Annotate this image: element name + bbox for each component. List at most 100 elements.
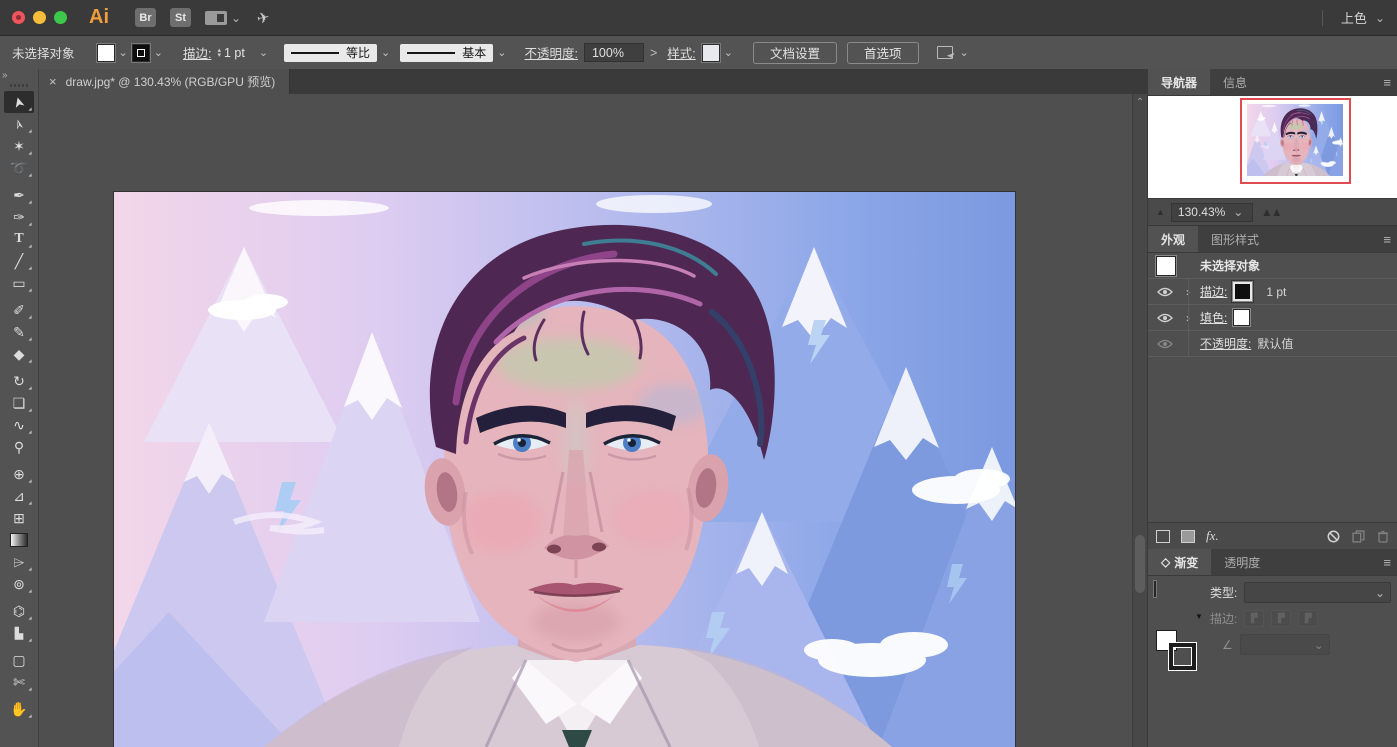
gradient-type-dropdown[interactable]: ⌄ bbox=[1244, 582, 1391, 603]
chevron-down-icon[interactable]: ⌄ bbox=[231, 12, 241, 24]
close-tab-icon[interactable]: × bbox=[49, 74, 57, 89]
panel-menu-icon[interactable]: ≡ bbox=[1383, 226, 1391, 252]
panel-menu-icon[interactable]: ≡ bbox=[1383, 69, 1391, 95]
gradient-preview-swatch[interactable] bbox=[1154, 581, 1156, 597]
duplicate-item-icon[interactable] bbox=[1352, 530, 1365, 543]
tab-appearance[interactable]: 外观 bbox=[1148, 226, 1198, 252]
stock-button[interactable]: St bbox=[170, 8, 191, 27]
tool-width[interactable]: ∿ bbox=[4, 414, 34, 436]
chevron-down-icon[interactable]: ⌄ bbox=[154, 46, 163, 59]
chevron-down-icon[interactable]: ⌄ bbox=[1375, 12, 1385, 24]
tab-transparency[interactable]: 透明度 bbox=[1211, 549, 1273, 575]
chevron-down-icon[interactable]: ⌄ bbox=[381, 46, 390, 59]
tool-magic-wand[interactable]: ✶ bbox=[4, 135, 34, 157]
canvas[interactable]: ⌃ bbox=[39, 94, 1147, 747]
tool-gradient[interactable] bbox=[4, 529, 34, 551]
gradient-angle-dropdown[interactable]: ⌄ bbox=[1240, 634, 1330, 655]
clear-appearance-icon[interactable] bbox=[1327, 530, 1340, 543]
navigator-view-box[interactable] bbox=[1240, 98, 1351, 184]
opacity-link[interactable]: 不透明度: bbox=[1200, 335, 1251, 352]
style-swatch[interactable] bbox=[702, 44, 720, 62]
stroke-proxy[interactable] bbox=[1169, 643, 1196, 670]
visibility-eye-icon[interactable] bbox=[1154, 287, 1176, 297]
tool-line-segment[interactable]: ╱ bbox=[4, 250, 34, 272]
visibility-eye-icon[interactable] bbox=[1154, 313, 1176, 323]
width-profile-dropdown[interactable]: 等比 bbox=[284, 44, 377, 62]
document-setup-button[interactable]: 文档设置 bbox=[753, 42, 837, 64]
tool-scale[interactable]: ❏ bbox=[4, 392, 34, 414]
tool-lasso[interactable]: ➰ bbox=[4, 157, 34, 179]
chevron-down-icon[interactable]: ⌄ bbox=[259, 46, 268, 59]
minimize-window-button[interactable] bbox=[33, 11, 46, 24]
bridge-button[interactable]: Br bbox=[135, 8, 156, 27]
opacity-panel-link[interactable]: 不透明度: bbox=[525, 43, 578, 62]
close-window-button[interactable] bbox=[12, 11, 25, 24]
zoom-in-icon[interactable]: ▲▲ bbox=[1261, 205, 1281, 219]
zoom-out-icon[interactable]: ▲ bbox=[1156, 207, 1163, 217]
tab-info[interactable]: 信息 bbox=[1210, 69, 1260, 95]
stroke-panel-link[interactable]: 描边: bbox=[183, 43, 211, 62]
tool-type[interactable]: T bbox=[4, 228, 34, 250]
tool-curvature[interactable]: ✑ bbox=[4, 206, 34, 228]
toolbar-grip[interactable] bbox=[10, 84, 28, 87]
gradient-presets-arrow[interactable]: ▼ bbox=[1195, 612, 1203, 621]
visibility-eye-icon[interactable] bbox=[1154, 339, 1176, 349]
tool-selection[interactable]: ➤ bbox=[4, 91, 34, 113]
tool-eraser[interactable]: ◆ bbox=[4, 343, 34, 365]
style-panel-link[interactable]: 样式: bbox=[667, 43, 695, 62]
scroll-up-icon[interactable]: ⌃ bbox=[1133, 97, 1147, 108]
delete-item-icon[interactable] bbox=[1377, 530, 1389, 543]
stroke-link[interactable]: 描边: bbox=[1200, 283, 1227, 300]
chevron-down-icon[interactable]: ⌄ bbox=[960, 46, 969, 59]
tool-mesh[interactable]: ⊞ bbox=[4, 507, 34, 529]
zoom-window-button[interactable] bbox=[54, 11, 67, 24]
scrollbar-thumb[interactable] bbox=[1135, 535, 1145, 593]
arrange-documents-icon[interactable] bbox=[205, 11, 227, 25]
navigator-preview[interactable] bbox=[1148, 96, 1397, 198]
appearance-stroke-row[interactable]: › 描边: 1 pt bbox=[1148, 279, 1397, 305]
tool-puppet-warp[interactable]: ⚲ bbox=[4, 436, 34, 458]
vertical-scrollbar[interactable]: ⌃ bbox=[1132, 94, 1147, 747]
tool-symbol-sprayer[interactable]: ⌬ bbox=[4, 600, 34, 622]
appearance-opacity-row[interactable]: 不透明度: 默认值 bbox=[1148, 331, 1397, 357]
chevron-down-icon[interactable]: ⌄ bbox=[1233, 206, 1243, 218]
toolbar-collapse-toggle[interactable]: » bbox=[0, 69, 40, 82]
fill-color-swatch[interactable] bbox=[97, 44, 115, 62]
stroke-swatch[interactable] bbox=[1233, 282, 1252, 301]
selection-options-icon[interactable] bbox=[937, 46, 953, 59]
stroke-within-icon[interactable]: ▛ bbox=[1244, 610, 1264, 627]
preferences-button[interactable]: 首选项 bbox=[847, 42, 919, 64]
stroke-weight-value[interactable]: 1 pt bbox=[224, 46, 245, 60]
panel-menu-icon[interactable]: ≡ bbox=[1383, 549, 1391, 575]
opacity-options-arrow[interactable]: > bbox=[650, 46, 657, 60]
tool-hand[interactable]: ✋ bbox=[4, 698, 34, 720]
fill-link[interactable]: 填色: bbox=[1200, 309, 1227, 326]
tool-shape-builder[interactable]: ⊕ bbox=[4, 463, 34, 485]
share-icon[interactable]: ✈ bbox=[255, 7, 271, 27]
chevron-down-icon[interactable]: ⌄ bbox=[724, 46, 733, 59]
tool-shaper[interactable]: ✎ bbox=[4, 321, 34, 343]
tool-artboard[interactable]: ▢ bbox=[4, 649, 34, 671]
add-new-stroke-icon[interactable] bbox=[1156, 530, 1170, 543]
tool-perspective-grid[interactable]: ⊿ bbox=[4, 485, 34, 507]
chevron-down-icon[interactable]: ⌄ bbox=[497, 46, 506, 59]
add-new-fill-icon[interactable] bbox=[1181, 530, 1195, 543]
opacity-input[interactable]: 100% bbox=[584, 43, 644, 62]
tool-blend[interactable]: ⊚ bbox=[4, 573, 34, 595]
tool-column-graph[interactable]: ▙ bbox=[4, 622, 34, 644]
tool-paintbrush[interactable]: ✐ bbox=[4, 299, 34, 321]
artwork-image[interactable] bbox=[114, 192, 1015, 747]
stepper-down-icon[interactable]: ▾ bbox=[217, 53, 221, 58]
tool-pen[interactable]: ✒ bbox=[4, 184, 34, 206]
zoom-level-dropdown[interactable]: 130.43% ⌄ bbox=[1171, 203, 1253, 222]
tab-gradient[interactable]: ◇ 渐变 bbox=[1148, 549, 1211, 575]
workspace-switcher[interactable]: 上色 bbox=[1341, 8, 1367, 27]
brush-definition-dropdown[interactable]: 基本 bbox=[400, 44, 493, 62]
chevron-down-icon[interactable]: ⌄ bbox=[119, 46, 128, 59]
fill-swatch[interactable] bbox=[1233, 309, 1250, 326]
tab-navigator[interactable]: 导航器 bbox=[1148, 69, 1210, 95]
tool-slice[interactable]: ✄ bbox=[4, 671, 34, 693]
tool-eyedropper[interactable]: ⌲ bbox=[4, 551, 34, 573]
tab-graphic-styles[interactable]: 图形样式 bbox=[1198, 226, 1272, 252]
appearance-fill-row[interactable]: › 填色: bbox=[1148, 305, 1397, 331]
